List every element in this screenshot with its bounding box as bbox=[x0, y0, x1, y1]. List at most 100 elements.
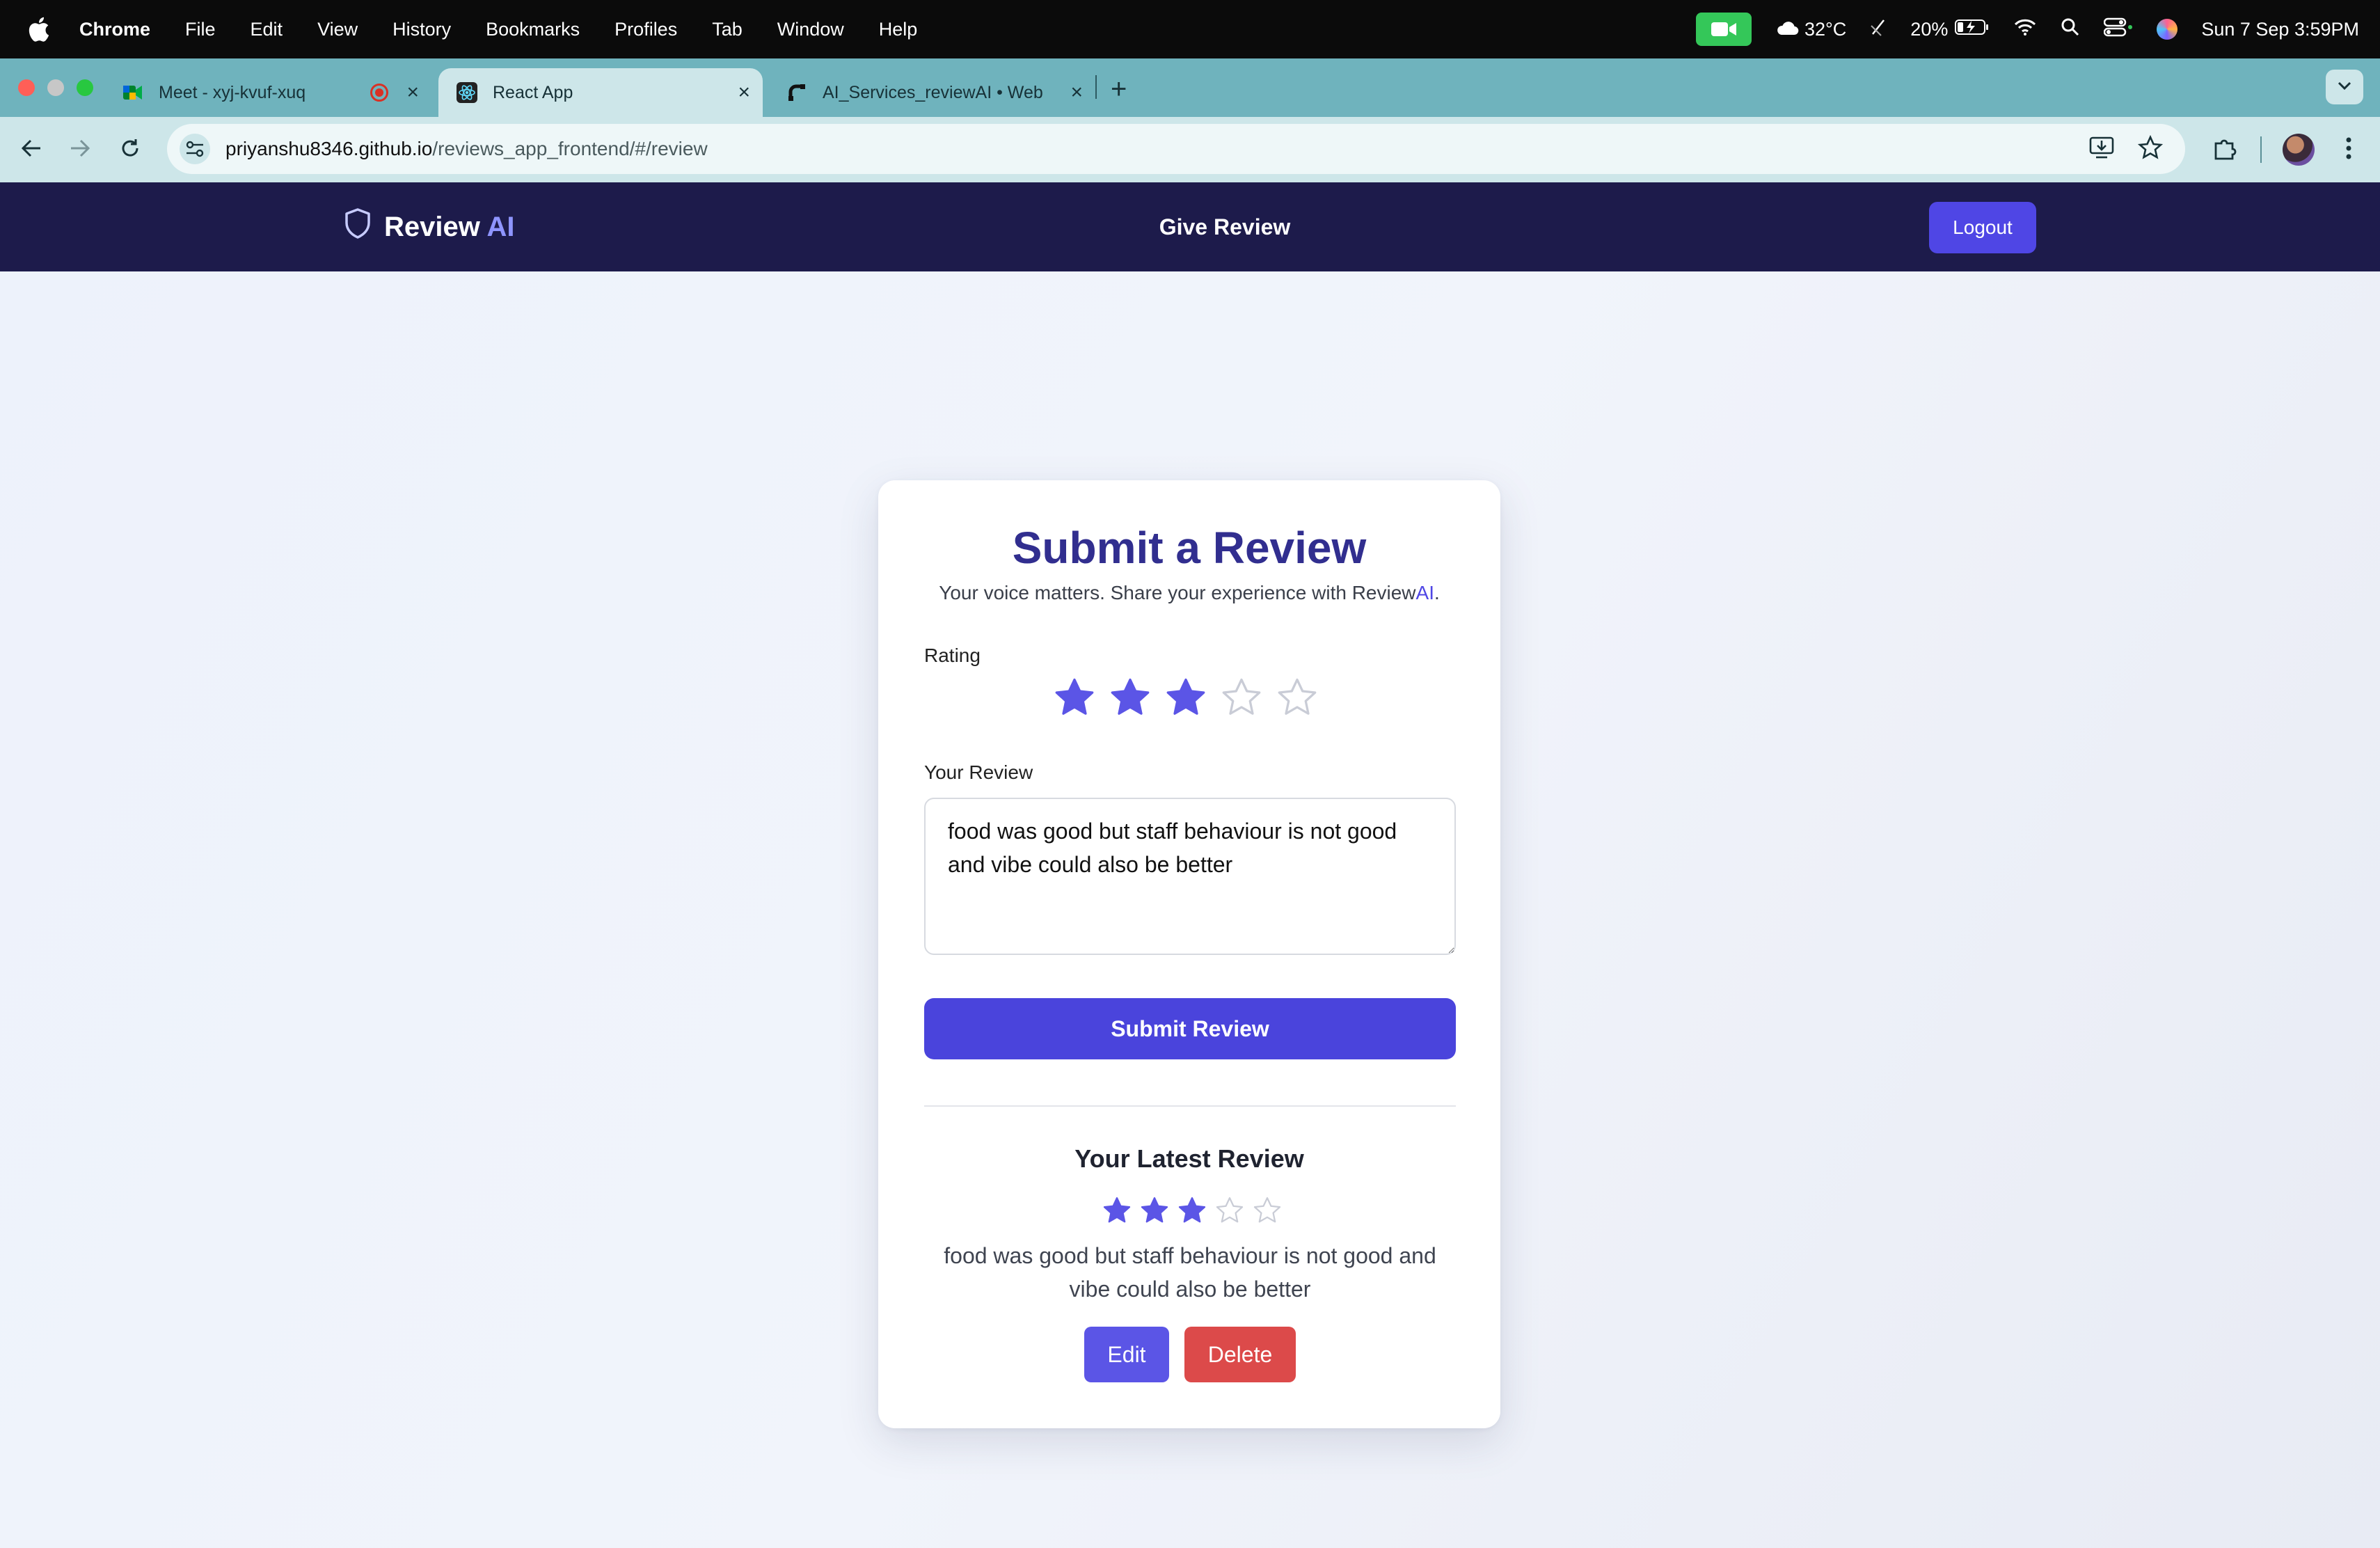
menu-tab[interactable]: Tab bbox=[712, 19, 743, 40]
menu-history[interactable]: History bbox=[392, 19, 451, 40]
bookmark-star-icon[interactable] bbox=[2136, 134, 2164, 165]
menu-help[interactable]: Help bbox=[879, 19, 918, 40]
avatar bbox=[2283, 134, 2315, 166]
control-center-icon[interactable] bbox=[2104, 17, 2133, 42]
tab-meet[interactable]: Meet - xyj-kvuf-xuq × bbox=[104, 68, 431, 117]
nav-give-review[interactable]: Give Review bbox=[1113, 182, 1336, 271]
site-settings-icon[interactable] bbox=[180, 134, 210, 164]
tab-render-service[interactable]: AI_Services_reviewAI • Web × bbox=[768, 68, 1095, 117]
latest-review-title: Your Latest Review bbox=[1074, 1144, 1304, 1173]
recording-icon bbox=[370, 84, 388, 102]
forward-button[interactable] bbox=[63, 132, 97, 167]
star-empty-icon[interactable] bbox=[1276, 677, 1318, 718]
video-camera-icon[interactable] bbox=[1695, 13, 1752, 46]
brand-accent: AI bbox=[486, 211, 515, 242]
url-text: priyanshu8346.github.io/reviews_app_fron… bbox=[225, 138, 708, 160]
temperature-text: 32°C bbox=[1804, 18, 1847, 40]
page-title: Submit a Review bbox=[1012, 523, 1367, 573]
status-area: 32°C 20% Sun 7 Sep 3:59PM bbox=[1695, 0, 2359, 58]
menu-edit[interactable]: Edit bbox=[251, 19, 283, 40]
star-filled-icon bbox=[1177, 1196, 1207, 1225]
brand-name: Review AI bbox=[384, 212, 515, 243]
close-tab-icon[interactable]: × bbox=[406, 81, 419, 104]
weather-widget[interactable]: 32°C bbox=[1775, 19, 1846, 40]
rating-stars-input bbox=[1054, 677, 1318, 718]
zoom-window-button[interactable] bbox=[77, 79, 93, 96]
star-empty-icon bbox=[1215, 1196, 1244, 1225]
address-bar[interactable]: priyanshu8346.github.io/reviews_app_fron… bbox=[167, 124, 2185, 174]
star-empty-icon[interactable] bbox=[1221, 677, 1262, 718]
close-window-button[interactable] bbox=[18, 79, 35, 96]
omnibox-actions bbox=[2088, 134, 2164, 165]
macos-menubar: Chrome File Edit View History Bookmarks … bbox=[0, 0, 2380, 58]
rating-label: Rating bbox=[924, 645, 981, 666]
apple-icon[interactable] bbox=[28, 16, 50, 42]
arrow-left-icon bbox=[21, 139, 42, 161]
review-label: Your Review bbox=[924, 761, 1033, 783]
tab-react-app[interactable]: React App × bbox=[438, 68, 763, 117]
new-tab-icon[interactable]: + bbox=[1111, 74, 1127, 105]
tab-label: React App bbox=[493, 82, 573, 102]
install-app-icon[interactable] bbox=[2088, 134, 2116, 165]
star-filled-icon[interactable] bbox=[1109, 677, 1151, 718]
submit-review-button[interactable]: Submit Review bbox=[924, 998, 1456, 1059]
battery-widget[interactable]: 20% bbox=[1910, 19, 1990, 40]
menu-profiles[interactable]: Profiles bbox=[614, 19, 677, 40]
subtitle-accent: AI bbox=[1415, 582, 1434, 603]
react-icon bbox=[457, 82, 477, 103]
star-filled-icon[interactable] bbox=[1054, 677, 1095, 718]
extensions-button[interactable] bbox=[2206, 131, 2244, 168]
menu-window[interactable]: Window bbox=[777, 19, 844, 40]
puzzle-icon bbox=[2212, 135, 2238, 165]
browser-tab-strip: Meet - xyj-kvuf-xuq × React App × AI_Ser… bbox=[0, 58, 2380, 117]
menu-app-name[interactable]: Chrome bbox=[79, 19, 150, 40]
star-filled-icon bbox=[1102, 1196, 1132, 1225]
tab-search-button[interactable] bbox=[2326, 70, 2363, 104]
cloud-icon bbox=[1775, 19, 1799, 40]
brand-main: Review bbox=[384, 211, 480, 242]
divider bbox=[924, 1105, 1456, 1107]
chevron-down-icon bbox=[2337, 81, 2352, 94]
star-filled-icon[interactable] bbox=[1165, 677, 1207, 718]
battery-percent: 20% bbox=[1910, 18, 1949, 40]
app-navbar: Review AI Give Review Logout bbox=[0, 182, 2380, 271]
star-empty-icon bbox=[1253, 1196, 1282, 1225]
menu-file[interactable]: File bbox=[185, 19, 216, 40]
chrome-menu-button[interactable] bbox=[2330, 131, 2367, 168]
brand-logo[interactable]: Review AI bbox=[344, 182, 515, 271]
url-path: /reviews_app_frontend/#/review bbox=[432, 138, 708, 159]
latest-review-stars bbox=[1102, 1196, 1282, 1225]
arrow-right-icon bbox=[70, 139, 90, 161]
tab-label: AI_Services_reviewAI • Web bbox=[823, 82, 1043, 102]
browser-toolbar: priyanshu8346.github.io/reviews_app_fron… bbox=[0, 117, 2380, 182]
close-tab-icon[interactable]: × bbox=[1070, 81, 1083, 104]
subtitle-main: Your voice matters. Share your experienc… bbox=[939, 582, 1416, 603]
review-textarea[interactable]: food was good but staff behaviour is not… bbox=[924, 798, 1456, 955]
wifi-icon[interactable] bbox=[2013, 18, 2037, 41]
datetime-text[interactable]: Sun 7 Sep 3:59PM bbox=[2201, 19, 2359, 40]
pen-slash-icon[interactable] bbox=[1870, 17, 1887, 42]
delete-button[interactable]: Delete bbox=[1184, 1327, 1296, 1382]
minimize-window-button[interactable] bbox=[47, 79, 64, 96]
url-domain: priyanshu8346.github.io bbox=[225, 138, 433, 159]
star-filled-icon bbox=[1140, 1196, 1169, 1225]
profile-button[interactable] bbox=[2280, 131, 2317, 168]
back-button[interactable] bbox=[14, 132, 49, 167]
reload-button[interactable] bbox=[113, 132, 148, 167]
menu-view[interactable]: View bbox=[317, 19, 358, 40]
reload-icon bbox=[120, 138, 141, 162]
google-meet-icon bbox=[122, 82, 143, 103]
tab-label: Meet - xyj-kvuf-xuq bbox=[159, 82, 306, 102]
close-tab-icon[interactable]: × bbox=[738, 81, 750, 104]
latest-review-text: food was good but staff behaviour is not… bbox=[944, 1243, 1436, 1302]
kebab-menu-icon bbox=[2345, 136, 2352, 164]
menu-bookmarks[interactable]: Bookmarks bbox=[486, 19, 580, 40]
edit-button[interactable]: Edit bbox=[1084, 1327, 1169, 1382]
render-icon bbox=[786, 82, 807, 103]
siri-icon[interactable] bbox=[2157, 19, 2178, 40]
subtitle-end: . bbox=[1434, 582, 1440, 603]
spotlight-search-icon[interactable] bbox=[2061, 17, 2080, 42]
shield-icon bbox=[344, 207, 372, 246]
tab-separator bbox=[1095, 75, 1097, 99]
logout-button[interactable]: Logout bbox=[1929, 202, 2036, 253]
